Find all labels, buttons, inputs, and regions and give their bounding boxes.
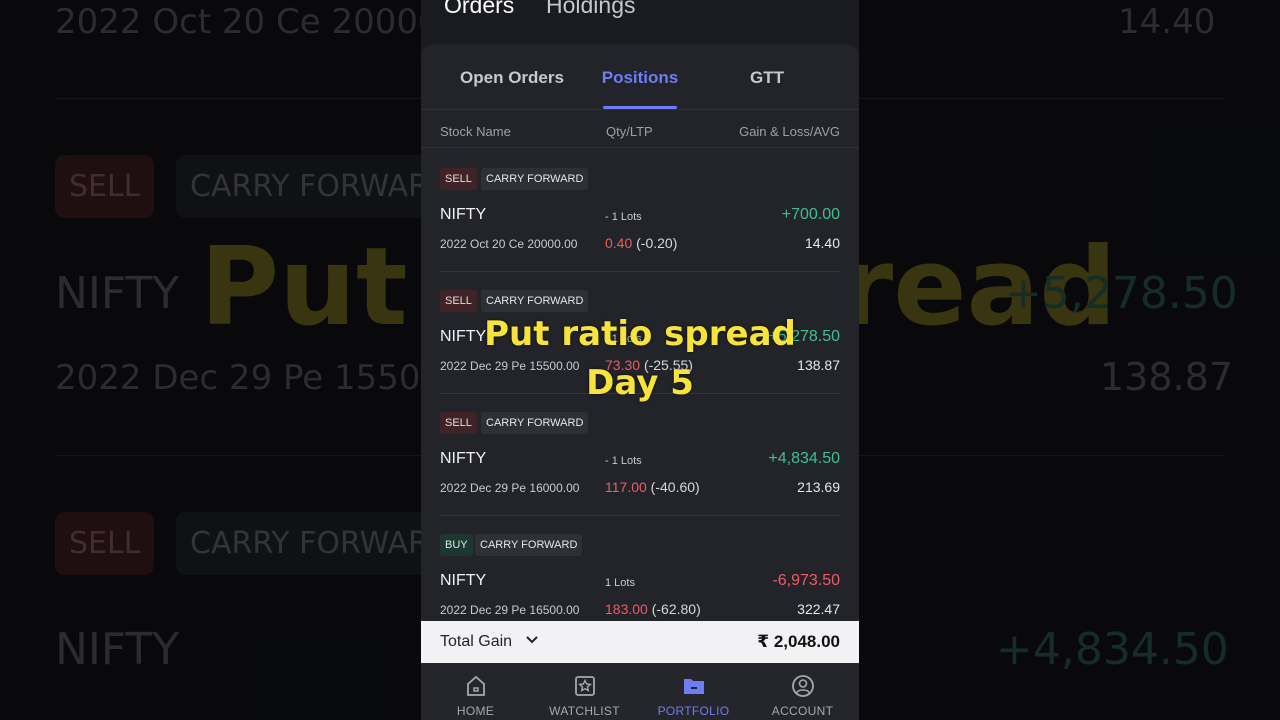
- gain-loss: +700.00: [781, 206, 840, 223]
- subtab-open-orders[interactable]: Open Orders: [453, 68, 571, 88]
- contract-name: 2022 Dec 29 Pe 16000.00: [440, 481, 580, 495]
- star-icon: [575, 676, 595, 696]
- ltp-price: 117.00: [605, 479, 647, 495]
- column-header-qty: Qty/LTP: [606, 124, 653, 139]
- nav-portfolio-label: PORTFOLIO: [657, 704, 730, 718]
- average-price: 14.40: [804, 235, 840, 251]
- total-gain-bar[interactable]: Total Gain ₹ 2,048.00: [421, 621, 859, 663]
- top-tab-bar: Orders Holdings: [421, 0, 859, 44]
- ltp-change: (-62.80): [651, 601, 701, 617]
- product-badge: CARRY FORWARD: [481, 412, 589, 434]
- side-badge: SELL: [440, 290, 477, 312]
- folder-icon: [684, 679, 704, 694]
- average-price: 213.69: [797, 479, 840, 495]
- nav-watchlist[interactable]: WATCHLIST: [530, 663, 639, 720]
- quantity: - 1 Lots: [605, 455, 642, 467]
- bottom-navigation: HOME WATCHLIST PORTFOLIO ACCOUNT: [421, 663, 859, 720]
- video-caption-line-2: Day 5: [586, 363, 694, 403]
- side-badge: SELL: [440, 412, 477, 434]
- quantity: 1 Lots: [605, 577, 635, 589]
- position-row[interactable]: SELL CARRY FORWARD NIFTY - 1 Lots +4,834…: [421, 412, 859, 534]
- side-badge: SELL: [440, 168, 477, 190]
- column-header-gain: Gain & Loss/AVG: [739, 124, 840, 139]
- nav-portfolio[interactable]: PORTFOLIO: [639, 663, 748, 720]
- subtab-gtt[interactable]: GTT: [736, 68, 798, 88]
- subtab-positions[interactable]: Positions: [593, 68, 687, 88]
- ltp-price: 0.40: [605, 235, 633, 251]
- contract-name: 2022 Dec 29 Pe 16500.00: [440, 603, 580, 617]
- symbol-name: NIFTY: [440, 206, 487, 223]
- position-row[interactable]: SELL CARRY FORWARD NIFTY - 1 Lots +700.0…: [421, 168, 859, 290]
- gain-loss: -6,973.50: [772, 572, 840, 589]
- video-caption-line-1: Put ratio spread: [484, 314, 796, 354]
- total-gain-label: Total Gain: [440, 633, 513, 650]
- gain-loss: +4,834.50: [768, 450, 840, 467]
- home-icon: [467, 675, 485, 696]
- phone-screen: Orders Holdings Open Orders Positions GT…: [421, 0, 859, 720]
- total-gain-value: ₹ 2,048.00: [757, 632, 840, 651]
- product-badge: CARRY FORWARD: [481, 168, 589, 190]
- ltp-change: (-40.60): [650, 479, 700, 495]
- symbol-name: NIFTY: [440, 450, 487, 467]
- user-icon: [792, 675, 814, 697]
- ltp: 117.00 (-40.60): [605, 479, 700, 495]
- tab-holdings[interactable]: Holdings: [546, 0, 636, 19]
- nav-account[interactable]: ACCOUNT: [748, 663, 857, 720]
- symbol-name: NIFTY: [440, 572, 487, 589]
- chevron-down-icon[interactable]: [525, 632, 539, 649]
- average-price: 322.47: [797, 601, 840, 617]
- product-badge: CARRY FORWARD: [481, 290, 589, 312]
- ltp: 183.00 (-62.80): [605, 601, 701, 617]
- nav-home[interactable]: HOME: [421, 663, 530, 720]
- column-header-stock: Stock Name: [440, 124, 511, 139]
- nav-account-label: ACCOUNT: [771, 704, 834, 718]
- ltp: 0.40 (-0.20): [605, 235, 677, 251]
- quantity: - 1 Lots: [605, 211, 642, 223]
- ltp-change: (-0.20): [636, 235, 678, 251]
- nav-watchlist-label: WATCHLIST: [549, 704, 620, 718]
- tab-orders[interactable]: Orders: [444, 0, 514, 19]
- side-badge: BUY: [440, 534, 473, 556]
- contract-name: 2022 Oct 20 Ce 20000.00: [440, 237, 578, 251]
- ltp-price: 183.00: [605, 601, 648, 617]
- nav-home-label: HOME: [456, 704, 495, 718]
- product-badge: CARRY FORWARD: [475, 534, 583, 556]
